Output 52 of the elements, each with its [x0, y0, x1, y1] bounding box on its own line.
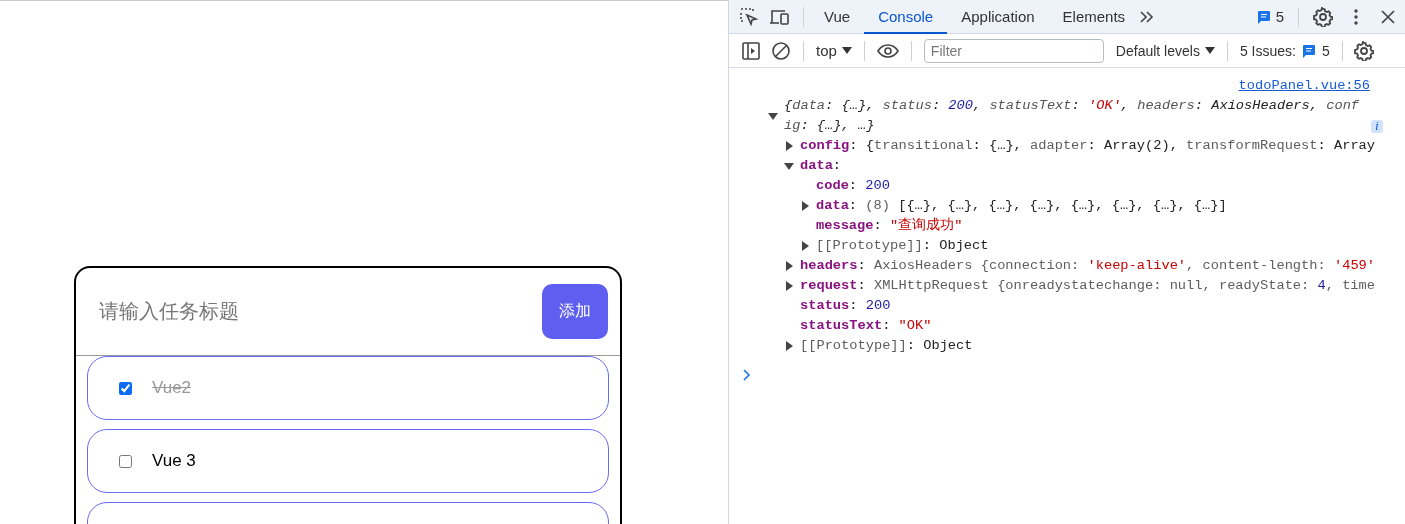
console-line: message: "查询成功" [816, 216, 963, 235]
console-line: {data: {…}, status: 200, statusText: 'OK', headers: AxiosHeaders, config: {…}, …} [784, 97, 1361, 135]
settings-icon[interactable] [1313, 6, 1333, 27]
console-line: [[Prototype]]: Object [800, 337, 973, 355]
todo-checkbox[interactable] [119, 381, 132, 395]
console-settings-icon[interactable] [1353, 40, 1374, 61]
console-line: data: (8) [{…}, {…}, {…}, {…}, {…}, {…}, {…}, {…}] [816, 197, 1227, 215]
issues-icon[interactable] [1301, 43, 1316, 58]
console-line: code: 200 [816, 177, 890, 195]
log-levels-dropdown[interactable]: Default levels [1109, 42, 1221, 59]
collapsed-arrow-icon[interactable] [784, 141, 794, 151]
expanded-arrow-icon[interactable] [768, 111, 778, 121]
console-line: headers: AxiosHeaders {connection: 'keep-alive', content-length: '459' [800, 257, 1376, 275]
source-link[interactable]: todoPanel.vue:56 [1238, 78, 1370, 93]
collapsed-arrow-icon[interactable] [784, 261, 794, 271]
devtools-tab[interactable]: Application [947, 0, 1049, 34]
dropdown-caret-icon [841, 46, 852, 55]
inspect-element-icon[interactable] [739, 6, 759, 27]
context-dropdown[interactable]: top [810, 42, 858, 59]
issues-count: 5 [1321, 42, 1330, 59]
collapsed-arrow-icon[interactable] [784, 341, 794, 351]
collapsed-arrow-icon[interactable] [784, 281, 794, 291]
collapsed-arrow-icon[interactable] [800, 241, 810, 251]
messages-icon[interactable] [1256, 9, 1271, 24]
devtools-tab[interactable]: Elements [1048, 0, 1140, 34]
more-options-icon[interactable] [1354, 8, 1358, 25]
message-count: 5 [1275, 8, 1284, 25]
filter-field[interactable]: Filter [923, 38, 1104, 63]
todo-title: Vue2 [152, 378, 192, 398]
close-icon[interactable] [1381, 9, 1395, 24]
console-line: statusText: "OK" [800, 317, 932, 335]
console-line: status: 200 [800, 297, 891, 315]
issues-label: 5 Issues: [1239, 42, 1296, 59]
expanded-arrow-icon[interactable] [784, 161, 794, 171]
console-line: config: {transitional: {…}, adapter: Array(2), transformRequest: Array [800, 137, 1376, 155]
devtools-tab[interactable]: Vue [810, 0, 865, 34]
info-badge: i [1371, 120, 1383, 133]
clear-console-icon[interactable] [772, 41, 790, 60]
console-line: [[Prototype]]: Object [816, 237, 989, 255]
dropdown-caret-icon [1204, 46, 1215, 55]
task-title-input[interactable]: 请输入任务标题 [97, 299, 542, 324]
prompt-icon [743, 369, 751, 381]
console-line: request: XMLHttpRequest {onreadystatechange: null, readyState: 4, time [800, 277, 1375, 295]
sidebar-icon[interactable] [742, 41, 760, 60]
todo-title: Vue 3 [152, 451, 196, 471]
collapsed-arrow-icon[interactable] [800, 201, 810, 211]
add-button[interactable]: 添加 [542, 284, 608, 339]
eye-icon[interactable] [876, 43, 899, 58]
more-tabs-icon[interactable] [1139, 9, 1156, 24]
device-toolbar-icon[interactable] [769, 7, 791, 26]
console-line: data: [800, 157, 842, 175]
todo-checkbox[interactable] [119, 454, 132, 468]
